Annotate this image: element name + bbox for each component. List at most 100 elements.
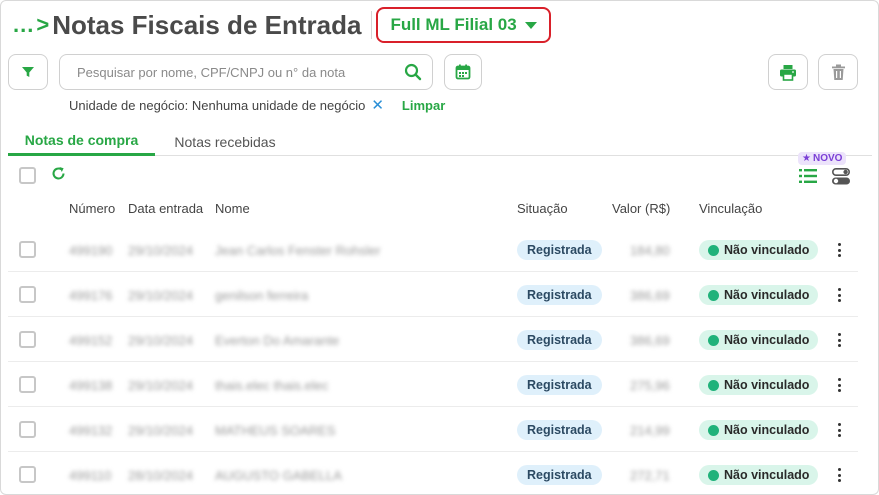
filter-button[interactable] (8, 54, 48, 90)
status-badge: Registrada (517, 240, 602, 260)
search-icon[interactable] (404, 63, 422, 81)
row-checkbox[interactable] (19, 331, 36, 348)
table-row[interactable]: 499176 29/10/2024 genilson ferreira Regi… (8, 273, 858, 317)
link-status-label: Não vinculado (724, 288, 810, 302)
table-row[interactable]: 499190 29/10/2024 Jean Carlos Fenster Ro… (8, 228, 858, 272)
row-data: 29/10/2024 (128, 377, 194, 393)
row-checkbox[interactable] (19, 286, 36, 303)
table-row[interactable]: 499138 29/10/2024 thais.elec thais.elec … (8, 363, 858, 407)
row-checkbox[interactable] (19, 241, 36, 258)
breadcrumb-chevron: > (36, 12, 51, 37)
caret-down-icon (524, 21, 537, 29)
new-badge-label: NOVO (812, 153, 843, 164)
link-status-badge: Não vinculado (699, 330, 819, 350)
delete-button[interactable] (818, 54, 858, 90)
column-situacao: Situação (517, 201, 568, 216)
row-data: 29/10/2024 (128, 287, 194, 303)
search-input[interactable] (77, 64, 404, 80)
page-header: ... > Notas Fiscais de Entrada Full ML F… (13, 7, 551, 43)
kebab-icon[interactable] (829, 273, 849, 317)
kebab-icon[interactable] (829, 408, 849, 452)
app-frame: ... > Notas Fiscais de Entrada Full ML F… (0, 0, 879, 495)
status-badge: Registrada (517, 465, 602, 485)
status-dot-icon (708, 334, 719, 346)
column-vinculacao: Vinculação (699, 201, 763, 216)
link-status-badge: Não vinculado (699, 375, 819, 395)
row-nome: AUGUSTO GABELLA (215, 467, 342, 483)
row-data: 28/10/2024 (128, 467, 194, 483)
link-status-badge: Não vinculado (699, 420, 819, 440)
printer-icon (780, 64, 796, 81)
list-icon[interactable] (799, 168, 817, 184)
row-valor: 272,71 (630, 467, 670, 483)
row-data: 29/10/2024 (128, 242, 194, 258)
column-data-entrada: Data entrada (128, 201, 204, 216)
star-icon: ★ (802, 153, 811, 164)
column-nome: Nome (215, 201, 250, 216)
row-nome: MATHEUS SOARES (215, 422, 336, 438)
row-nome: Everton Do Amarante (215, 332, 340, 348)
kebab-icon[interactable] (829, 453, 849, 494)
kebab-icon[interactable] (829, 318, 849, 362)
kebab-icon[interactable] (829, 228, 849, 272)
status-dot-icon (708, 379, 719, 391)
status-badge: Registrada (517, 285, 602, 305)
clear-filters-link[interactable]: Limpar (402, 98, 445, 113)
table-row[interactable]: 499110 28/10/2024 AUGUSTO GABELLA Regist… (8, 453, 858, 494)
calendar-icon (455, 64, 471, 80)
row-checkbox[interactable] (19, 376, 36, 393)
table-row[interactable]: 499132 29/10/2024 MATHEUS SOARES Registr… (8, 408, 858, 452)
toggle-icon[interactable] (832, 168, 850, 185)
link-status-label: Não vinculado (724, 243, 810, 257)
active-filters: Unidade de negócio: Nenhuma unidade de n… (69, 96, 445, 114)
row-valor: 386,69 (630, 332, 670, 348)
column-valor: Valor (R$) (612, 201, 671, 216)
page-title: Notas Fiscais de Entrada (52, 9, 362, 40)
tabs-bar: Notas de compra Notas recebidas (8, 127, 872, 156)
row-data: 29/10/2024 (128, 332, 194, 348)
row-checkbox[interactable] (19, 421, 36, 438)
status-dot-icon (708, 469, 719, 481)
tab-notas-de-compra[interactable]: Notas de compra (8, 127, 155, 156)
row-nome: genilson ferreira (215, 287, 309, 303)
row-valor: 275,96 (630, 377, 670, 393)
trash-icon (831, 64, 845, 80)
link-status-label: Não vinculado (724, 423, 810, 437)
status-dot-icon (708, 244, 719, 256)
row-valor: 184,80 (630, 242, 670, 258)
print-button[interactable] (768, 54, 808, 90)
status-dot-icon (708, 289, 719, 301)
tab-notas-recebidas[interactable]: Notas recebidas (158, 127, 292, 156)
refresh-icon[interactable] (51, 166, 66, 181)
row-numero: 499190 (69, 242, 113, 258)
remove-filter-icon[interactable]: ✕ (371, 96, 384, 114)
link-status-label: Não vinculado (724, 468, 810, 482)
date-filter-button[interactable] (444, 54, 482, 90)
link-status-badge: Não vinculado (699, 465, 819, 485)
status-badge: Registrada (517, 330, 602, 350)
row-checkbox[interactable] (19, 466, 36, 483)
row-valor: 386,69 (630, 287, 670, 303)
header-divider (371, 11, 373, 39)
branch-selector[interactable]: Full ML Filial 03 (376, 7, 551, 43)
branch-label: Full ML Filial 03 (390, 15, 517, 34)
row-data: 29/10/2024 (128, 422, 194, 438)
status-badge: Registrada (517, 420, 602, 440)
new-feature-badge: ★ NOVO (798, 152, 847, 165)
column-numero: Número (69, 201, 116, 216)
link-status-badge: Não vinculado (699, 285, 819, 305)
link-status-label: Não vinculado (724, 378, 810, 392)
row-valor: 214,99 (630, 422, 670, 438)
row-numero: 499110 (69, 467, 112, 483)
table-row[interactable]: 499152 29/10/2024 Everton Do Amarante Re… (8, 318, 858, 362)
status-badge: Registrada (517, 375, 602, 395)
breadcrumb-dots[interactable]: ... (13, 12, 34, 38)
select-all-checkbox[interactable] (19, 167, 36, 184)
row-nome: Jean Carlos Fenster Rohsler (215, 242, 381, 258)
breadcrumb[interactable]: ... > (13, 12, 52, 38)
search-box (59, 54, 433, 90)
kebab-icon[interactable] (829, 363, 849, 407)
row-numero: 499138 (69, 377, 113, 393)
filter-business-unit: Unidade de negócio: Nenhuma unidade de n… (69, 97, 366, 113)
link-status-badge: Não vinculado (699, 240, 819, 260)
